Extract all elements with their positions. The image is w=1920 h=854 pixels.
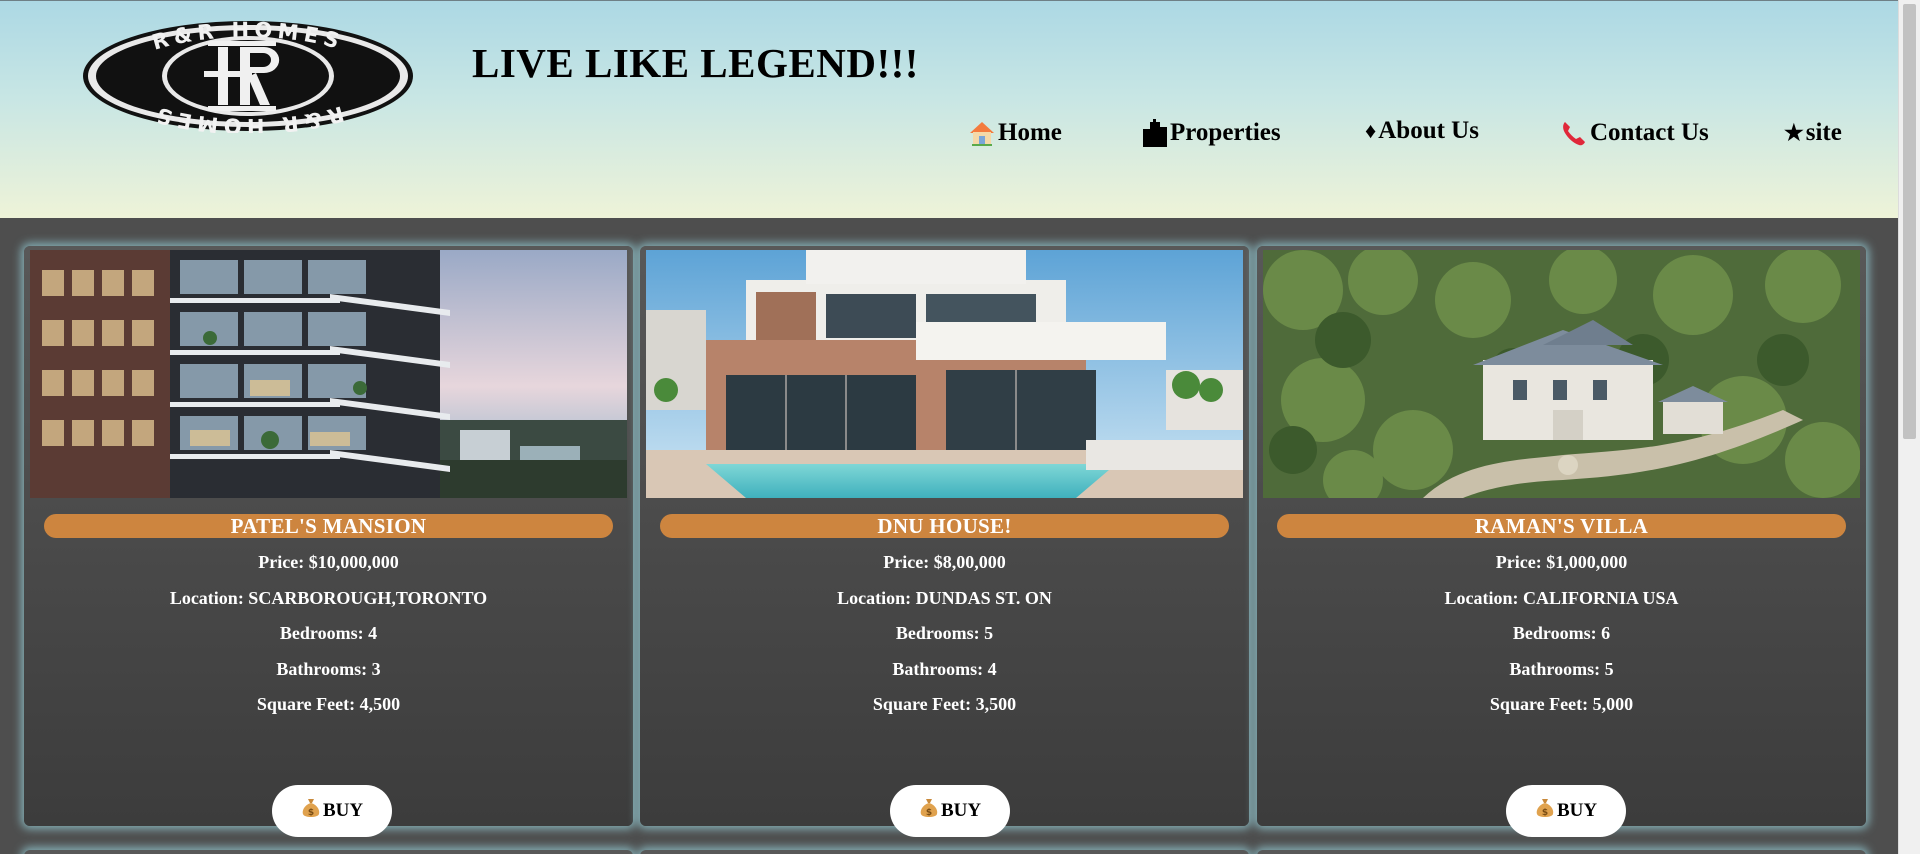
property-card-next-row (640, 850, 1249, 854)
buy-label: BUY (1556, 800, 1598, 821)
property-card: DNU HOUSE! Price: $8,00,000 Location: DU… (640, 246, 1249, 837)
nav-properties-link[interactable]: Properties (1142, 119, 1281, 147)
property-square-feet: Square Feet: 4,500 (256, 694, 401, 714)
property-photo (30, 250, 627, 498)
svg-text:$: $ (308, 808, 314, 818)
buy-button[interactable]: $ BUY (1506, 785, 1626, 837)
property-bathrooms: Bathrooms: 3 (276, 659, 381, 679)
property-price: Price: $10,000,000 (258, 552, 399, 572)
scrollbar-thumb[interactable] (1903, 4, 1916, 439)
property-listings: PATEL'S MANSION Price: $10,000,000 Locat… (0, 218, 1898, 854)
property-square-feet: Square Feet: 5,000 (1489, 694, 1634, 714)
telephone-icon (1560, 119, 1588, 147)
nav-contact-label: Contact Us (1590, 119, 1709, 146)
property-square-feet: Square Feet: 3,500 (872, 694, 1017, 714)
nav-about-link[interactable]: ♦ About Us (1365, 117, 1479, 145)
buy-button[interactable]: $ BUY (272, 785, 392, 837)
nav-site-label: site (1805, 119, 1842, 146)
nav-contact-link[interactable]: Contact Us (1560, 119, 1709, 147)
property-bedrooms: Bedrooms: 6 (1512, 623, 1611, 643)
property-location: Location: CALIFORNIA USA (1444, 588, 1679, 608)
property-card-next-row (1257, 850, 1866, 854)
property-title: PATEL'S MANSION (44, 514, 613, 538)
buy-label: BUY (940, 800, 982, 821)
property-location: Location: DUNDAS ST. ON (837, 588, 1052, 608)
property-bedrooms: Bedrooms: 4 (279, 623, 378, 643)
nav-site-link[interactable]: ★ site (1784, 119, 1842, 147)
site-tagline: LIVE LIKE LEGEND!!! (472, 40, 919, 86)
property-bedrooms: Bedrooms: 5 (895, 623, 994, 643)
nav-home-label: Home (998, 119, 1062, 146)
modern-villa-pool-photo (646, 250, 1243, 498)
property-card-next-row (24, 850, 633, 854)
money-bag-icon: $ (1535, 797, 1555, 825)
property-location: Location: SCARBOROUGH,TORONTO (169, 588, 488, 608)
main-nav: Home Properties ♦ About Us Contact Us ★ … (0, 117, 1898, 157)
nav-properties-label: Properties (1170, 119, 1281, 146)
svg-text:$: $ (1542, 808, 1548, 818)
svg-text:$: $ (926, 808, 932, 818)
logo-emblem-icon: R&R HOMES R&R HOMES (83, 18, 413, 138)
property-price: Price: $1,000,000 (1495, 552, 1628, 572)
property-title: RAMAN'S VILLA (1277, 514, 1846, 538)
property-card: RAMAN'S VILLA Price: $1,000,000 Location… (1257, 246, 1866, 837)
property-card: PATEL'S MANSION Price: $10,000,000 Locat… (24, 246, 633, 837)
property-bathrooms: Bathrooms: 5 (1509, 659, 1614, 679)
page-scrollbar[interactable] (1898, 0, 1920, 854)
nav-home-link[interactable]: Home (968, 119, 1062, 147)
property-photo (646, 250, 1243, 498)
site-header: R&R HOMES R&R HOMES LIVE LIKE LEGEND!!! (0, 0, 1898, 218)
buildings-icon (1142, 119, 1168, 147)
property-title: DNU HOUSE! (660, 514, 1229, 538)
property-price: Price: $8,00,000 (883, 552, 1006, 572)
buy-button[interactable]: $ BUY (890, 785, 1010, 837)
diamond-icon: ♦ (1365, 118, 1377, 143)
brand-logo[interactable]: R&R HOMES R&R HOMES (82, 18, 414, 138)
property-photo (1263, 250, 1860, 498)
star-icon: ★ (1784, 120, 1804, 145)
money-bag-icon: $ (919, 797, 939, 825)
money-bag-icon: $ (301, 797, 321, 825)
house-icon (968, 120, 996, 146)
buy-label: BUY (322, 800, 364, 821)
property-bathrooms: Bathrooms: 4 (892, 659, 997, 679)
high-rise-balcony-photo (30, 250, 627, 498)
nav-about-label: About Us (1378, 117, 1479, 144)
aerial-estate-photo (1263, 250, 1860, 498)
